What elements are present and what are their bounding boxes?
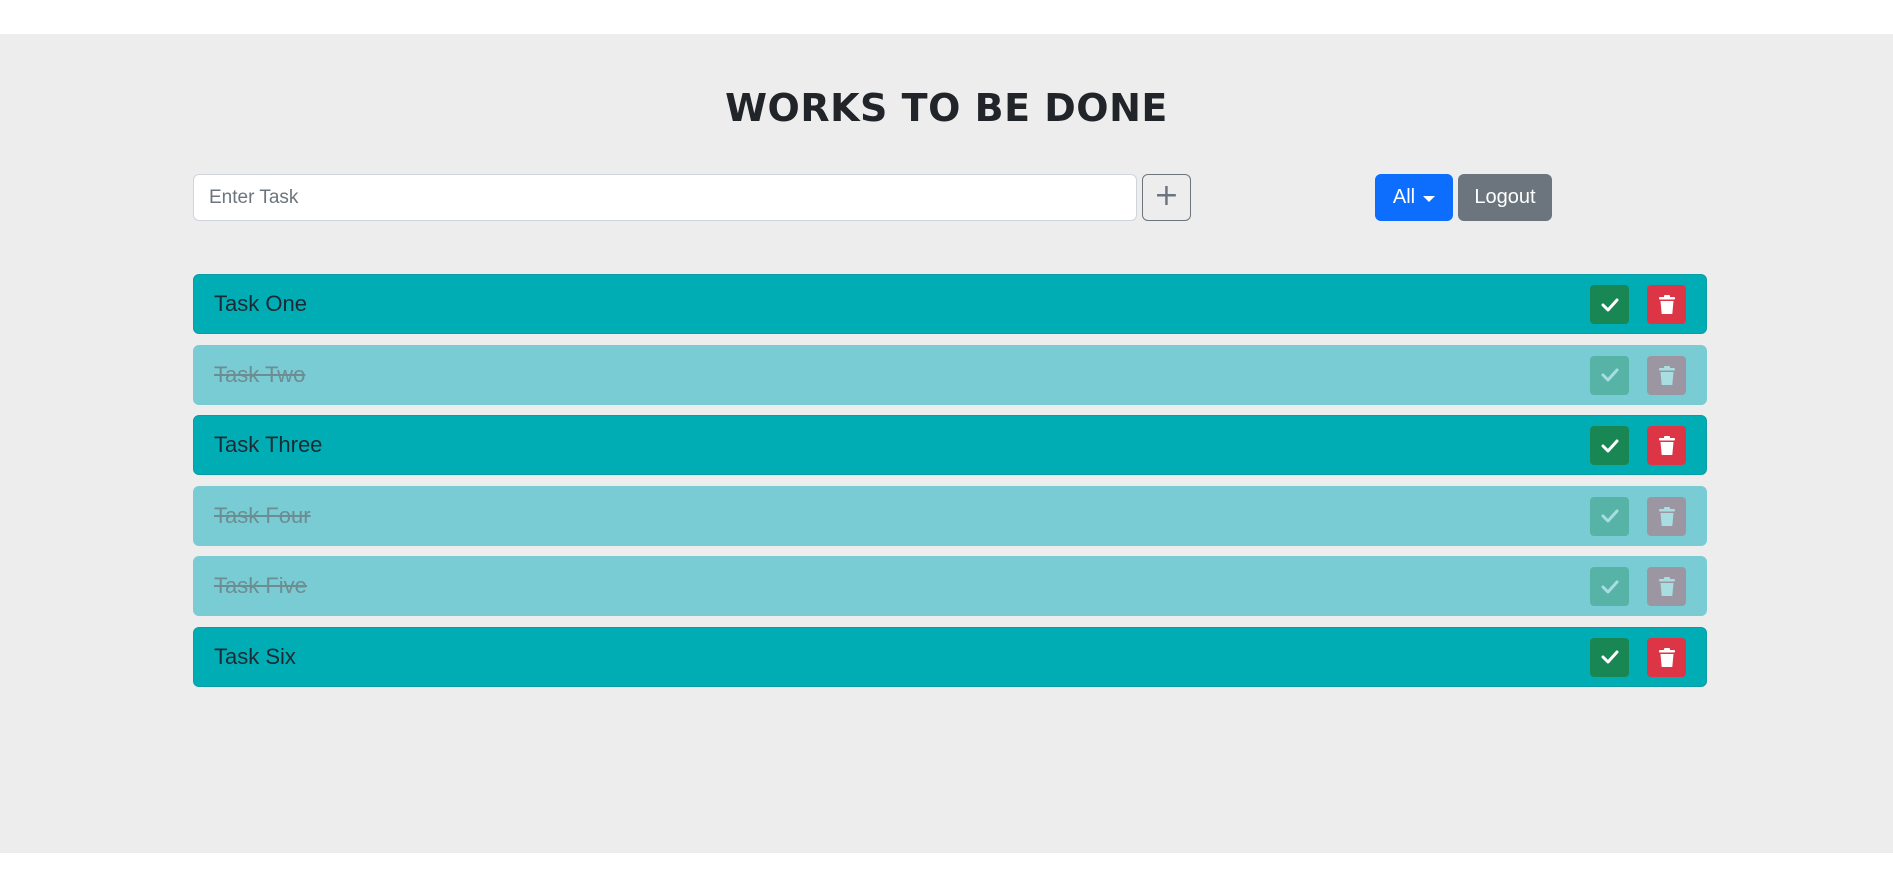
filter-dropdown-button[interactable]: All — [1375, 174, 1453, 221]
trash-icon — [1658, 577, 1675, 596]
task-label: Task Five — [214, 573, 307, 598]
complete-task-button[interactable] — [1590, 355, 1629, 395]
task-label: Task Three — [214, 432, 323, 457]
check-icon — [1601, 580, 1619, 594]
check-icon — [1601, 368, 1619, 382]
page-title: WORKS TO BE DONE — [725, 86, 1168, 130]
caret-down-icon — [1423, 195, 1436, 202]
main-panel: WORKS TO BE DONE + All Logout Task One T — [0, 34, 1893, 853]
task-item: Task Five — [193, 556, 1707, 616]
task-item: Task Three — [193, 415, 1707, 475]
trash-icon — [1658, 436, 1675, 455]
complete-task-button[interactable] — [1590, 637, 1629, 677]
task-item: Task Two — [193, 344, 1707, 405]
delete-task-button[interactable] — [1647, 426, 1686, 465]
trash-icon — [1658, 365, 1675, 385]
complete-task-button[interactable] — [1590, 567, 1629, 606]
task-label: Task One — [214, 291, 307, 316]
logout-button[interactable]: Logout — [1458, 174, 1552, 221]
filter-label: All — [1392, 186, 1416, 208]
trash-icon — [1658, 295, 1675, 314]
task-item: Task Four — [193, 485, 1707, 546]
delete-task-button[interactable] — [1647, 637, 1686, 677]
check-icon — [1601, 650, 1619, 664]
add-task-button[interactable]: + — [1142, 174, 1191, 221]
task-label: Task Six — [214, 643, 296, 669]
task-item: Task Six — [193, 626, 1707, 687]
complete-task-button[interactable] — [1590, 426, 1629, 465]
complete-task-button[interactable] — [1590, 285, 1629, 324]
plus-icon: + — [1153, 178, 1180, 213]
trash-icon — [1658, 647, 1675, 667]
check-icon — [1601, 439, 1619, 453]
task-label: Task Four — [214, 502, 311, 528]
delete-task-button[interactable] — [1647, 355, 1686, 395]
task-input[interactable] — [193, 174, 1137, 221]
check-icon — [1601, 298, 1619, 312]
task-item: Task One — [193, 274, 1707, 334]
complete-task-button[interactable] — [1590, 496, 1629, 536]
task-list: Task One Task Two Task Three Task Four T… — [193, 274, 1707, 697]
logout-label: Logout — [1474, 186, 1536, 208]
check-icon — [1601, 509, 1619, 523]
delete-task-button[interactable] — [1647, 496, 1686, 536]
delete-task-button[interactable] — [1647, 285, 1686, 324]
task-label: Task Two — [214, 361, 306, 387]
trash-icon — [1658, 506, 1675, 526]
delete-task-button[interactable] — [1647, 567, 1686, 606]
